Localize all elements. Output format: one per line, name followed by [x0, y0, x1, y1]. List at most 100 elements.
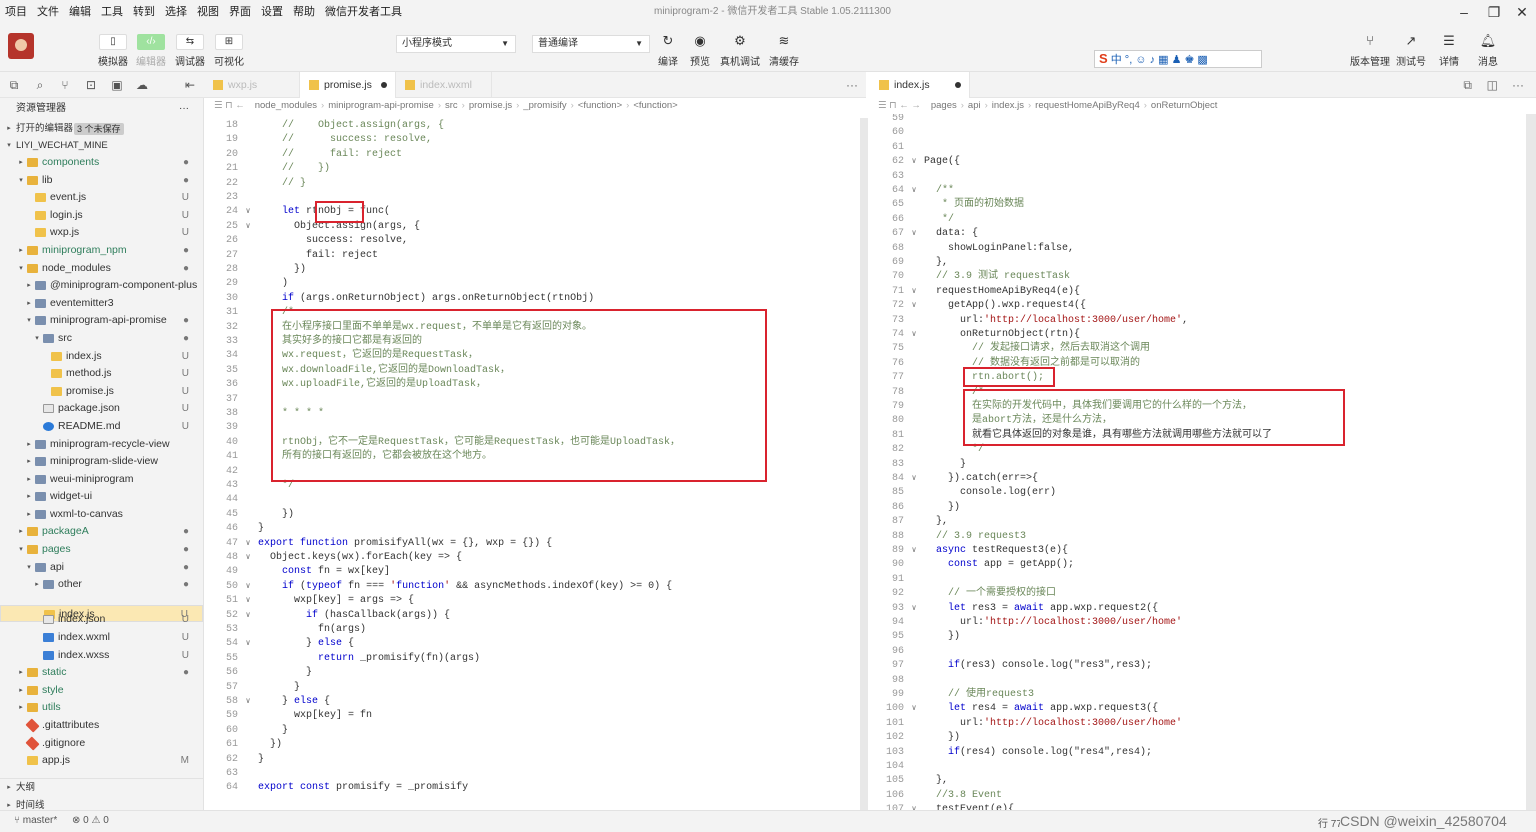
code-line[interactable]: 93 ∨ let res3 = await app.wxp.request2({	[870, 602, 1158, 616]
code-line[interactable]: 87 },	[870, 515, 948, 529]
source-control-icon[interactable]: ⑂	[58, 78, 72, 92]
menu-item[interactable]: 文件	[32, 0, 64, 24]
code-line[interactable]: 106 //3.8 Event	[870, 789, 1002, 803]
code-line[interactable]: 61	[870, 141, 924, 155]
file-item[interactable]: .gitignore	[0, 735, 203, 753]
code-line[interactable]: 56 }	[204, 666, 312, 680]
more-icon[interactable]: ···	[179, 98, 189, 120]
folder-item[interactable]: ▸ @miniprogram-component-plus	[0, 277, 203, 295]
editor-tab[interactable]: index.js	[870, 72, 970, 98]
fold-icon[interactable]: ∨	[238, 220, 258, 234]
folder-item[interactable]: ▾ lib ●	[0, 172, 203, 190]
folder-item[interactable]: ▸ static ●	[0, 664, 203, 682]
close-button[interactable]: ✕	[1506, 0, 1536, 24]
breadcrumb-item[interactable]: requestHomeApiByReq4	[1035, 100, 1140, 111]
code-line[interactable]: 29 )	[204, 277, 288, 291]
simulator-button[interactable]: ▯ 模拟器	[93, 34, 133, 68]
code-line[interactable]: 51 ∨ wxp[key] = args => {	[204, 594, 414, 608]
editor-tab[interactable]: wxp.js	[204, 72, 300, 98]
code-line[interactable]: 104	[870, 760, 924, 774]
file-item[interactable]: login.js U	[0, 207, 203, 225]
fold-icon[interactable]: ∨	[238, 695, 258, 709]
file-item[interactable]: event.js U	[0, 189, 203, 207]
code-line[interactable]: 64 ∨ /**	[870, 184, 954, 198]
preview-button[interactable]: ◉ 预览	[680, 34, 720, 69]
version-button[interactable]: ⑂ 版本管理	[1350, 34, 1390, 69]
fold-icon[interactable]: ∨	[904, 472, 924, 486]
breadcrumb-item[interactable]: node_modules	[255, 100, 317, 111]
code-line[interactable]: 90 const app = getApp();	[870, 558, 1074, 572]
file-item[interactable]: index.json U	[0, 611, 203, 629]
code-line[interactable]: 42	[204, 465, 258, 479]
code-line[interactable]: 91	[870, 573, 924, 587]
code-line[interactable]: 60 }	[204, 724, 288, 738]
folder-item[interactable]: ▾ miniprogram-api-promise ●	[0, 312, 203, 330]
breadcrumb-item[interactable]: <function>	[633, 100, 677, 111]
code-line[interactable]: 53 fn(args)	[204, 623, 366, 637]
debug-icon[interactable]: ⊡	[84, 78, 98, 92]
fold-icon[interactable]: ∨	[904, 285, 924, 299]
fold-icon[interactable]: ∨	[238, 205, 258, 219]
code-line[interactable]: 75 // 发起接口请求，然后去取消这个调用	[870, 342, 1150, 356]
collapse-icon[interactable]: ⇤	[183, 78, 197, 92]
file-item[interactable]: wxp.js U	[0, 224, 203, 242]
right-code-editor[interactable]: 59 60 61 62 ∨ Page({63 64 ∨ /** 65 * 页面的初始数据 66 *…	[870, 114, 1526, 810]
code-line[interactable]: 102 })	[870, 731, 960, 745]
layout-icon[interactable]: ◫	[1487, 78, 1498, 92]
code-line[interactable]: 37	[204, 393, 258, 407]
search-icon[interactable]: ⌕	[33, 78, 47, 92]
code-line[interactable]: 86 })	[870, 501, 960, 515]
code-line[interactable]: 103 if(res4) console.log("res4",res4);	[870, 746, 1152, 760]
code-line[interactable]: 57 }	[204, 681, 300, 695]
code-line[interactable]: 20 // fail: reject	[204, 148, 402, 162]
problems-status[interactable]: ⊗ 0 ⚠ 0	[72, 815, 109, 826]
nav-icons[interactable]: ☰ ⊓ ← →	[878, 100, 921, 111]
code-line[interactable]: 46}	[204, 522, 264, 536]
folder-item[interactable]: ▸ miniprogram-recycle-view	[0, 436, 203, 454]
right-scrollbar[interactable]	[1526, 114, 1536, 810]
menu-item[interactable]: 微信开发者工具	[320, 0, 407, 24]
folder-item[interactable]: ▸ miniprogram_npm ●	[0, 242, 203, 260]
code-line[interactable]: 25 ∨ Object.assign(args, {	[204, 220, 420, 234]
code-line[interactable]: 66 */	[870, 213, 954, 227]
folder-item[interactable]: ▸ eventemitter3	[0, 295, 203, 313]
code-line[interactable]: 59	[870, 114, 924, 126]
fold-icon[interactable]: ∨	[904, 184, 924, 198]
debugger-button[interactable]: ⇆ 调试器	[170, 34, 210, 68]
menu-item[interactable]: 编辑	[64, 0, 96, 24]
breadcrumb-item[interactable]: src	[445, 100, 458, 111]
code-line[interactable]: 83 }	[870, 458, 966, 472]
code-line[interactable]: 92 // 一个需要授权的接口	[870, 587, 1056, 601]
menu-item[interactable]: 帮助	[288, 0, 320, 24]
code-line[interactable]: 73 url:'http://localhost:3000/user/home'…	[870, 314, 1188, 328]
folder-item[interactable]: ▸ utils	[0, 699, 203, 717]
code-line[interactable]: 54 ∨ } else {	[204, 637, 354, 651]
code-line[interactable]: 39	[204, 421, 258, 435]
fold-icon[interactable]: ∨	[904, 544, 924, 558]
compile-select[interactable]: 普通编译 ▼	[532, 35, 650, 53]
file-item[interactable]: index.wxss U	[0, 647, 203, 665]
cloud-icon[interactable]: ☁	[135, 78, 149, 92]
editor-tab[interactable]: index.wxml	[396, 72, 492, 98]
folder-item[interactable]: ▸ weui-miniprogram	[0, 471, 203, 489]
menu-item[interactable]: 选择	[160, 0, 192, 24]
fold-icon[interactable]: ∨	[904, 155, 924, 169]
folder-item[interactable]: ▸ miniprogram-slide-view	[0, 453, 203, 471]
remote-debug-button[interactable]: ⚙ 真机调试	[720, 34, 760, 69]
fold-icon[interactable]: ∨	[238, 537, 258, 551]
code-line[interactable]: 30 if (args.onReturnObject) args.onRetur…	[204, 292, 594, 306]
fold-icon[interactable]: ∨	[238, 551, 258, 565]
code-line[interactable]: 105 },	[870, 774, 948, 788]
extensions-icon[interactable]: ▣	[110, 78, 124, 92]
code-line[interactable]: 26 success: resolve,	[204, 234, 408, 248]
visual-button[interactable]: ⊞ 可视化	[209, 34, 249, 68]
code-line[interactable]: 45 })	[204, 508, 294, 522]
code-line[interactable]: 96	[870, 645, 924, 659]
file-item[interactable]: README.md U	[0, 418, 203, 436]
branch-status[interactable]: ⑂ master*	[14, 815, 57, 826]
code-line[interactable]: 68 showLoginPanel:false,	[870, 242, 1074, 256]
code-line[interactable]: 50 ∨ if (typeof fn === 'function' && asyn…	[204, 580, 672, 594]
code-line[interactable]: 22 // }	[204, 177, 306, 191]
more-icon[interactable]: ···	[1512, 78, 1524, 92]
code-line[interactable]: 89 ∨ async testRequest3(e){	[870, 544, 1068, 558]
